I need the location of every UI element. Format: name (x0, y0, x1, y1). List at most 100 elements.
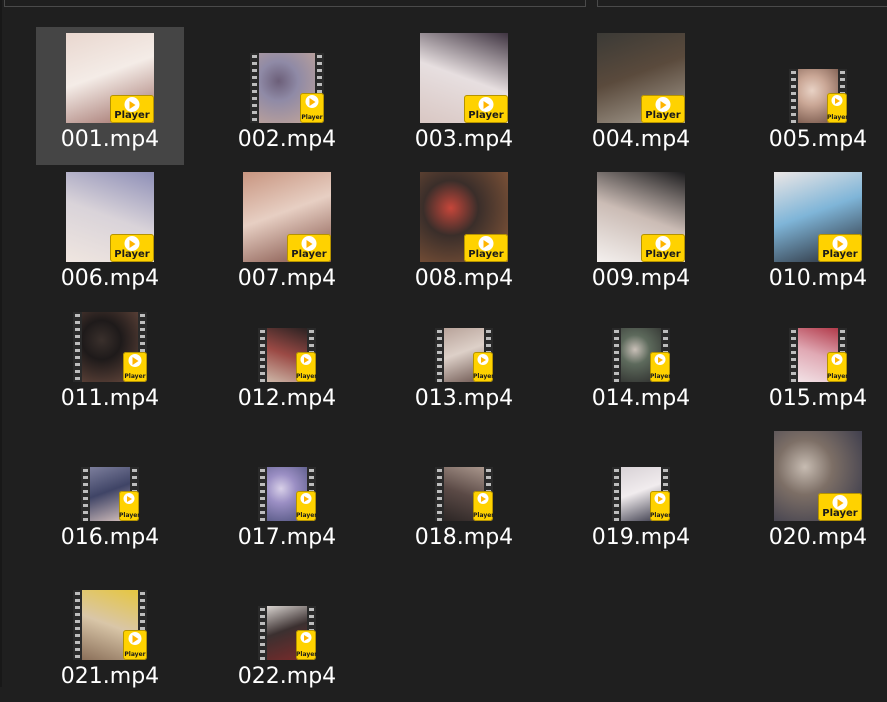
file-item[interactable]: Player 020.mp4 (744, 425, 887, 563)
play-icon (654, 493, 666, 504)
film-strip-icon (789, 69, 798, 123)
film-strip-icon (612, 328, 621, 382)
film-strip-icon (789, 328, 798, 382)
player-badge-icon: Player (827, 352, 847, 382)
file-item[interactable]: Player 009.mp4 (567, 166, 715, 304)
player-badge-label: Player (822, 508, 858, 519)
address-bar-edge[interactable] (4, 0, 586, 7)
file-item[interactable]: Player 010.mp4 (744, 166, 887, 304)
file-name-label: 002.mp4 (237, 127, 337, 152)
thumbnail-area: Player (213, 564, 361, 666)
pane-divider (0, 0, 2, 687)
player-badge-label: Player (645, 249, 681, 260)
file-item[interactable]: Player 015.mp4 (744, 286, 887, 424)
play-icon (128, 632, 142, 645)
file-item[interactable]: Player 007.mp4 (213, 166, 361, 304)
player-badge-icon: Player (818, 493, 862, 521)
video-thumbnail: Player (81, 467, 139, 521)
video-thumbnail: Player (420, 33, 508, 123)
file-item[interactable]: Player 011.mp4 (36, 286, 184, 424)
file-name-label: 020.mp4 (768, 525, 868, 550)
player-badge-label: Player (645, 110, 681, 121)
player-badge-label: Player (296, 373, 316, 380)
file-item[interactable]: Player 017.mp4 (213, 425, 361, 563)
thumbnail-area: Player (36, 286, 184, 388)
file-item[interactable]: Player 019.mp4 (567, 425, 715, 563)
player-badge-icon: Player (110, 234, 154, 262)
file-item[interactable]: Player 016.mp4 (36, 425, 184, 563)
player-badge-label: Player (827, 373, 847, 380)
video-thumbnail: Player (774, 172, 862, 262)
file-name-label: 022.mp4 (237, 664, 337, 689)
file-item[interactable]: Player 013.mp4 (390, 286, 538, 424)
file-item[interactable]: Player 001.mp4 (36, 27, 184, 165)
player-badge-label: Player (822, 249, 858, 260)
file-item[interactable]: Player 018.mp4 (390, 425, 538, 563)
file-item[interactable]: Player 012.mp4 (213, 286, 361, 424)
video-thumbnail: Player (73, 312, 147, 382)
player-badge-icon: Player (296, 491, 316, 521)
play-icon (123, 493, 135, 504)
player-badge-icon: Player (650, 352, 670, 382)
file-item[interactable]: Player 021.mp4 (36, 564, 184, 702)
file-item[interactable]: Player 004.mp4 (567, 27, 715, 165)
file-item[interactable]: Player 003.mp4 (390, 27, 538, 165)
thumbnail-area: Player (390, 425, 538, 527)
play-icon (300, 632, 312, 643)
file-name-label: 016.mp4 (60, 525, 160, 550)
thumbnail-area: Player (213, 425, 361, 527)
search-box-edge[interactable] (597, 0, 887, 7)
player-badge-icon: Player (473, 491, 493, 521)
video-thumbnail: Player (435, 328, 493, 382)
video-thumbnail: Player (258, 467, 316, 521)
file-name-label: 012.mp4 (237, 386, 337, 411)
video-thumbnail: Player (243, 172, 331, 262)
film-strip-icon (81, 467, 90, 521)
file-name-label: 018.mp4 (414, 525, 514, 550)
file-item[interactable]: Player 014.mp4 (567, 286, 715, 424)
video-thumbnail: Player (612, 467, 670, 521)
player-badge-label: Player (650, 373, 670, 380)
file-name-label: 019.mp4 (591, 525, 691, 550)
thumbnail-area: Player (36, 564, 184, 666)
player-badge-icon: Player (296, 630, 316, 660)
player-badge-icon: Player (464, 234, 508, 262)
play-icon (831, 95, 843, 106)
play-icon (654, 354, 666, 365)
player-badge-icon: Player (641, 234, 685, 262)
player-badge-icon: Player (473, 352, 493, 382)
thumbnail-area: Player (744, 166, 887, 268)
file-item[interactable]: Player 008.mp4 (390, 166, 538, 304)
play-icon (300, 354, 312, 365)
player-badge-label: Player (291, 249, 327, 260)
player-badge-icon: Player (119, 491, 139, 521)
file-item[interactable]: Player 022.mp4 (213, 564, 361, 702)
video-thumbnail: Player (789, 328, 847, 382)
file-item[interactable]: Player 006.mp4 (36, 166, 184, 304)
player-badge-icon: Player (641, 95, 685, 123)
player-badge-icon: Player (123, 352, 147, 382)
player-badge-label: Player (124, 373, 146, 380)
top-bar (0, 0, 887, 10)
thumbnail-area: Player (390, 286, 538, 388)
thumbnail-area: Player (567, 286, 715, 388)
thumbnail-area: Player (744, 425, 887, 527)
thumbnail-area: Player (567, 425, 715, 527)
player-badge-icon: Player (464, 95, 508, 123)
player-badge-label: Player (296, 512, 316, 519)
player-badge-icon: Player (818, 234, 862, 262)
play-icon (128, 354, 142, 367)
video-thumbnail: Player (789, 69, 847, 123)
film-strip-icon (435, 467, 444, 521)
thumbnail-area: Player (567, 27, 715, 129)
video-thumbnail: Player (774, 431, 862, 521)
file-item[interactable]: Player 002.mp4 (213, 27, 361, 165)
player-badge-icon: Player (300, 93, 324, 123)
thumbnail-area: Player (567, 166, 715, 268)
file-item[interactable]: Player 005.mp4 (744, 27, 887, 165)
video-thumbnail: Player (73, 590, 147, 660)
film-strip-icon (258, 328, 267, 382)
player-badge-icon: Player (827, 93, 847, 123)
thumbnail-area: Player (36, 425, 184, 527)
thumbnail-area: Player (213, 27, 361, 129)
